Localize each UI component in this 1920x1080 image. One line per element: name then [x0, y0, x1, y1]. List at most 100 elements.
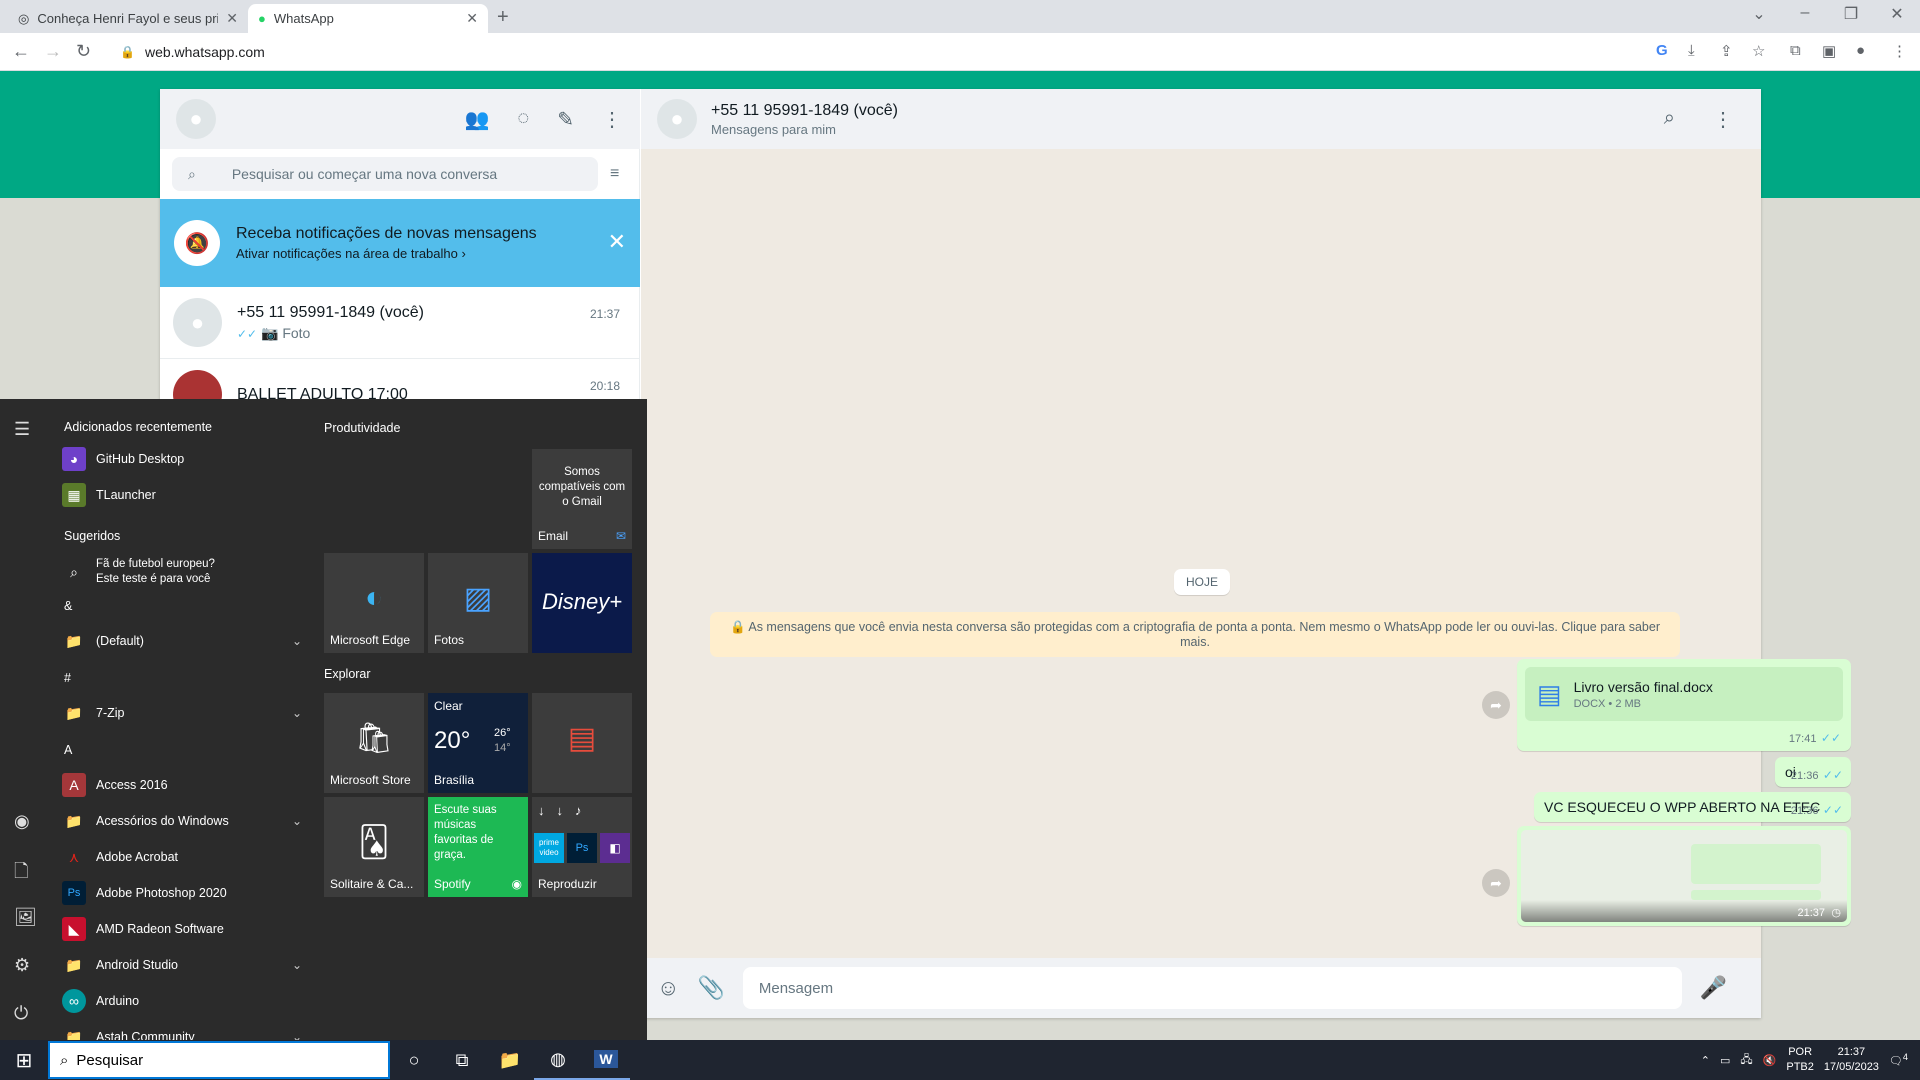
communities-icon[interactable]: 👥 [464, 107, 489, 132]
sidepanel-icon[interactable]: ▣ [1822, 42, 1836, 60]
tile-play[interactable]: ↓ ↓ ♪ prime video Ps ◧ Reproduzir [532, 797, 632, 897]
forward-icon[interactable]: ➦ [1482, 869, 1510, 897]
app-access[interactable]: A Access 2016 [62, 768, 302, 802]
documents-icon[interactable]: 🗋 [14, 859, 28, 889]
app-folder-accessories[interactable]: 📁 Acessórios do Windows ⌄ [62, 804, 302, 838]
app-folder-android-studio[interactable]: 📁 Android Studio ⌄ [62, 948, 302, 982]
app-photoshop[interactable]: Ps Adobe Photoshop 2020 [62, 876, 302, 910]
google-icon[interactable]: G [1656, 42, 1668, 59]
letter-header[interactable]: & [64, 599, 72, 613]
tab-close-icon[interactable]: ✕ [226, 10, 238, 27]
letter-header[interactable]: # [64, 671, 71, 685]
tile-email[interactable]: Somos compatíveis com o Gmail Email ✉ [532, 449, 632, 549]
document-message[interactable]: ▤ Livro versão final.docx DOCX • 2 MB 17… [1517, 659, 1851, 751]
tile-disney[interactable]: Disney+ [532, 553, 632, 653]
app-amd-radeon[interactable]: ◣ AMD Radeon Software [62, 912, 302, 946]
file-explorer-icon[interactable]: 📁 [486, 1040, 534, 1080]
chat-name: +55 11 95991-1849 (você) [237, 303, 424, 321]
clock[interactable]: 21:37 17/05/2023 [1824, 1045, 1879, 1075]
image-message[interactable]: 21:37 ◷ [1517, 826, 1851, 926]
encryption-notice[interactable]: 🔒 As mensagens que você envia nesta conv… [710, 612, 1680, 657]
tile-edge[interactable]: ◐ Microsoft Edge [324, 553, 424, 653]
tile-store[interactable]: 🛍 Microsoft Store [324, 693, 424, 793]
profile-icon[interactable]: ● [1856, 42, 1865, 59]
task-view-icon[interactable]: ⧉ [438, 1040, 486, 1080]
tile-photos[interactable]: ▨ Fotos [428, 553, 528, 653]
tile-news[interactable]: ▤ [532, 693, 632, 793]
document-meta: DOCX • 2 MB [1573, 697, 1641, 710]
restore-icon[interactable]: ❐ [1828, 4, 1874, 24]
bookmark-star-icon[interactable]: ☆ [1752, 42, 1765, 60]
minimize-icon[interactable]: – [1782, 4, 1828, 22]
chrome-icon[interactable]: ◍ [534, 1040, 582, 1080]
close-icon[interactable]: ✕ [608, 229, 626, 255]
language-indicator[interactable]: POR PTB2 [1786, 1045, 1814, 1075]
network-icon[interactable]: 🖧 [1740, 1051, 1752, 1070]
settings-icon[interactable]: ⚙ [14, 955, 30, 976]
message-time: 21:36 [1790, 770, 1819, 782]
status-icon[interactable]: ◌ [517, 107, 529, 132]
browser-tab-active[interactable]: ● WhatsApp ✕ [248, 4, 488, 33]
mail-icon: ✉ [615, 529, 626, 543]
emoji-icon[interactable]: ☺ [657, 975, 679, 1001]
search-input[interactable]: ⌕ Pesquisar ou começar uma nova conversa [172, 157, 598, 191]
notification-link[interactable]: Ativar notificações na área de trabalho … [236, 246, 537, 261]
app-folder-astah[interactable]: 📁 Astah Community ⌄ [62, 1020, 302, 1041]
share-icon[interactable]: ⇪ [1720, 42, 1733, 60]
tile-spotify[interactable]: Escute suas músicas favoritas de graça. … [428, 797, 528, 897]
app-adobe-acrobat[interactable]: ⋏ Adobe Acrobat [62, 840, 302, 874]
notification-banner[interactable]: 🔕 Receba notificações de novas mensagens… [160, 199, 640, 287]
browser-tab-inactive[interactable]: ◎ Conheça Henri Fayol e seus princ ✕ [8, 4, 248, 33]
tab-search-icon[interactable]: ⌄ [1736, 4, 1782, 24]
screenshot-thumbnail[interactable]: 21:37 ◷ [1521, 830, 1847, 922]
pictures-icon[interactable]: 🖼 [14, 907, 37, 928]
bell-off-icon: 🔕 [174, 220, 220, 266]
cortana-icon[interactable]: ○ [390, 1040, 438, 1080]
new-chat-icon[interactable]: ✎ [557, 107, 574, 132]
user-icon[interactable]: ◉ [14, 811, 30, 832]
close-window-icon[interactable]: ✕ [1874, 4, 1920, 24]
app-tlauncher[interactable]: ▦ TLauncher [62, 478, 302, 512]
text-message[interactable]: VC ESQUECEU O WPP ABERTO NA ETEC 21:36 ✓… [1534, 792, 1851, 822]
extensions-icon[interactable]: ⧉ [1790, 42, 1801, 59]
menu-icon[interactable]: ⋮ [602, 107, 622, 132]
chevron-up-icon[interactable]: ⌃ [1701, 1054, 1710, 1067]
suggested-item[interactable]: ⌕ Fã de futebol europeu? Este teste é para… [62, 553, 302, 591]
microphone-icon[interactable]: 🎤 [1700, 975, 1727, 1001]
search-messages-icon[interactable]: ⌕ [1664, 107, 1675, 132]
volume-muted-icon[interactable]: 🔇 [1763, 1054, 1777, 1067]
tile-solitaire[interactable]: 🂡 Solitaire & Ca... [324, 797, 424, 897]
my-avatar[interactable]: ● [176, 99, 216, 139]
device-icon[interactable]: ▭ [1720, 1054, 1730, 1067]
chat-list-item[interactable]: ● +55 11 95991-1849 (você) ✓✓ 📷 Foto 21:… [160, 287, 640, 359]
address-bar[interactable]: 🔒 web.whatsapp.com [108, 38, 1648, 66]
tab-close-icon[interactable]: ✕ [466, 10, 478, 27]
new-tab-icon[interactable]: + [497, 6, 509, 29]
install-icon[interactable]: ⤓ [1688, 42, 1695, 59]
taskbar-search-text: Pesquisar [76, 1051, 144, 1069]
notifications-icon[interactable]: 🗨4 [1889, 1052, 1908, 1068]
filter-icon[interactable]: ≡ [610, 165, 619, 183]
forward-icon[interactable]: → [44, 41, 62, 62]
tile-weather[interactable]: Clear 20° 26° 14° Brasília [428, 693, 528, 793]
conversation-header[interactable]: ● +55 11 95991-1849 (você) Mensagens par… [641, 89, 1761, 149]
windows-start-icon[interactable]: ⊞ [0, 1040, 48, 1080]
conversation-menu-icon[interactable]: ⋮ [1713, 107, 1733, 132]
word-icon[interactable]: W [582, 1040, 630, 1080]
letter-header[interactable]: A [64, 743, 72, 757]
app-arduino[interactable]: ∞ Arduino [62, 984, 302, 1018]
app-label: (Default) [96, 634, 144, 648]
back-icon[interactable]: ← [12, 41, 30, 62]
app-folder-7zip[interactable]: 📁 7-Zip ⌄ [62, 696, 302, 730]
text-message[interactable]: oi 21:36 ✓✓ [1775, 757, 1851, 787]
app-github-desktop[interactable]: ◕ GitHub Desktop [62, 442, 302, 476]
app-folder-default[interactable]: 📁 (Default) ⌄ [62, 624, 302, 658]
hamburger-icon[interactable]: ☰ [14, 419, 30, 440]
forward-icon[interactable]: ➦ [1482, 691, 1510, 719]
reload-icon[interactable]: ↻ [76, 41, 91, 62]
message-input[interactable]: Mensagem [742, 967, 1682, 1009]
attach-icon[interactable]: 📎 [697, 975, 724, 1001]
chrome-menu-icon[interactable]: ⋮ [1892, 42, 1907, 60]
power-icon[interactable]: ⏻ [14, 1003, 28, 1024]
taskbar-search-input[interactable]: ⌕ Pesquisar [48, 1041, 390, 1079]
